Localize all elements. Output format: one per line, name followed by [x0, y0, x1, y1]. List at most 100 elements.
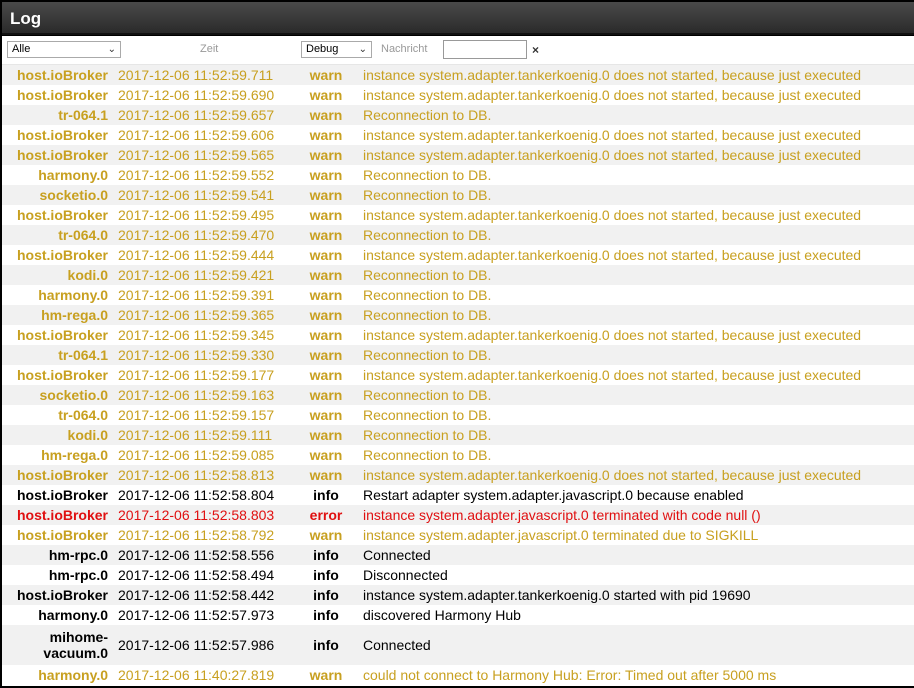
source-filter-value: Alle: [12, 43, 31, 55]
log-source: host.ioBroker: [16, 127, 108, 143]
log-timestamp: 2017-12-06 11:52:58.442: [118, 587, 275, 603]
log-timestamp: 2017-12-06 11:52:59.111: [118, 427, 273, 443]
log-timestamp: 2017-12-06 11:52:58.804: [118, 487, 275, 503]
log-source: tr-064.1: [58, 107, 108, 123]
log-timestamp: 2017-12-06 11:52:59.565: [118, 147, 275, 163]
table-row: host.ioBroker 2017-12-06 11:52:59.444 warn…: [2, 245, 914, 265]
source-filter-select[interactable]: Alle ⌄: [7, 41, 121, 58]
message-column-label: Nachricht: [381, 43, 428, 55]
log-timestamp: 2017-12-06 11:52:59.345: [118, 327, 275, 343]
log-timestamp: 2017-12-06 11:52:59.330: [118, 347, 275, 363]
table-row: harmony.0 2017-12-06 11:52:57.973 info disc…: [2, 605, 914, 625]
log-message: Connected: [363, 637, 431, 653]
message-filter-input[interactable]: [443, 40, 527, 59]
log-message: instance system.adapter.javascript.0 ter…: [363, 507, 761, 523]
log-source: kodi.0: [67, 427, 108, 443]
log-source: harmony.0: [38, 667, 108, 683]
log-timestamp: 2017-12-06 11:52:59.606: [118, 127, 275, 143]
log-level: error: [309, 507, 343, 523]
table-row: host.ioBroker 2017-12-06 11:52:58.803 erro…: [2, 505, 914, 525]
log-source: host.ioBroker: [16, 487, 108, 503]
clear-filter-icon[interactable]: ×: [532, 43, 539, 57]
table-row: host.ioBroker 2017-12-06 11:52:58.813 warn…: [2, 465, 914, 485]
log-message: instance system.adapter.tankerkoenig.0 d…: [363, 147, 862, 163]
log-message: Reconnection to DB.: [363, 187, 492, 203]
log-source: host.ioBroker: [16, 67, 108, 83]
log-source: tr-064.0: [58, 227, 108, 243]
log-source: host.ioBroker: [16, 207, 108, 223]
chevron-down-icon: ⌄: [358, 44, 367, 55]
filter-bar: Alle ⌄ Zeit Debug ⌄ Nachricht ×: [2, 36, 914, 65]
log-source: host.ioBroker: [16, 147, 108, 163]
table-row: host.ioBroker 2017-12-06 11:52:59.495 warn…: [2, 205, 914, 225]
log-timestamp: 2017-12-06 11:52:58.494: [118, 567, 275, 583]
log-source: kodi.0: [67, 267, 108, 283]
log-timestamp: 2017-12-06 11:52:58.792: [118, 527, 275, 543]
table-row: host.ioBroker 2017-12-06 11:52:59.690 warn…: [2, 85, 914, 105]
log-message: Reconnection to DB.: [363, 307, 492, 323]
log-level: info: [313, 587, 339, 603]
log-source: socketio.0: [39, 387, 108, 403]
log-message: instance system.adapter.javascript.0 ter…: [363, 527, 759, 543]
log-timestamp: 2017-12-06 11:52:59.657: [118, 107, 275, 123]
log-source: hm-rega.0: [41, 307, 108, 323]
log-message: Reconnection to DB.: [363, 347, 492, 363]
log-level: warn: [309, 347, 343, 363]
log-source: socketio.0: [39, 187, 108, 203]
log-message: Reconnection to DB.: [363, 387, 492, 403]
log-timestamp: 2017-12-06 11:52:59.085: [118, 447, 275, 463]
log-source: host.ioBroker: [16, 87, 108, 103]
log-level: warn: [309, 107, 343, 123]
table-row: hm-rpc.0 2017-12-06 11:52:58.556 info Conne…: [2, 545, 914, 565]
table-row: host.ioBroker 2017-12-06 11:52:59.606 warn…: [2, 125, 914, 145]
log-message: Reconnection to DB.: [363, 287, 492, 303]
log-level: warn: [309, 407, 343, 423]
log-timestamp: 2017-12-06 11:52:59.470: [118, 227, 275, 243]
log-message: instance system.adapter.tankerkoenig.0 d…: [363, 327, 862, 343]
log-message: Reconnection to DB.: [363, 227, 492, 243]
log-level: warn: [309, 227, 343, 243]
log-message: Restart adapter system.adapter.javascrip…: [363, 487, 744, 503]
log-level: info: [313, 637, 339, 653]
log-message: Reconnection to DB.: [363, 447, 492, 463]
window-title: Log: [2, 2, 914, 35]
log-message: instance system.adapter.tankerkoenig.0 d…: [363, 87, 862, 103]
table-row: harmony.0 2017-12-06 11:52:59.391 warn Reco…: [2, 285, 914, 305]
log-message: discovered Harmony Hub: [363, 607, 521, 623]
log-message: instance system.adapter.tankerkoenig.0 d…: [363, 127, 862, 143]
log-table: host.ioBroker 2017-12-06 11:52:59.711 warn…: [2, 65, 914, 685]
log-level: warn: [309, 467, 343, 483]
log-message: instance system.adapter.tankerkoenig.0 s…: [363, 587, 751, 603]
table-row: host.ioBroker 2017-12-06 11:52:59.345 warn…: [2, 325, 914, 345]
log-message: Reconnection to DB.: [363, 427, 492, 443]
log-source: tr-064.0: [58, 407, 108, 423]
log-window: Log Alle ⌄ Zeit Debug ⌄ Nachricht × host…: [0, 0, 914, 688]
log-level: warn: [309, 167, 343, 183]
log-message: Disconnected: [363, 567, 448, 583]
log-message: could not connect to Harmony Hub: Error:…: [363, 667, 777, 683]
log-timestamp: 2017-12-06 11:52:59.541: [118, 187, 275, 203]
chevron-down-icon: ⌄: [107, 44, 116, 55]
log-source: host.ioBroker: [16, 587, 108, 603]
log-message: instance system.adapter.tankerkoenig.0 d…: [363, 207, 862, 223]
log-timestamp: 2017-12-06 11:52:59.391: [118, 287, 275, 303]
table-row: host.ioBroker 2017-12-06 11:52:59.177 warn…: [2, 365, 914, 385]
log-message: Reconnection to DB.: [363, 407, 492, 423]
log-timestamp: 2017-12-06 11:52:58.813: [118, 467, 275, 483]
log-level: warn: [309, 187, 343, 203]
log-level: warn: [309, 387, 343, 403]
table-row: hm-rega.0 2017-12-06 11:52:59.085 warn Reco…: [2, 445, 914, 465]
log-timestamp: 2017-12-06 11:52:58.556: [118, 547, 275, 563]
log-level: warn: [309, 127, 343, 143]
log-source: host.ioBroker: [16, 467, 108, 483]
log-message: Connected: [363, 547, 431, 563]
log-timestamp: 2017-12-06 11:52:57.973: [118, 607, 275, 623]
log-level: info: [313, 567, 339, 583]
level-filter-select[interactable]: Debug ⌄: [301, 41, 372, 58]
log-panel: Alle ⌄ Zeit Debug ⌄ Nachricht × host.ioB…: [2, 36, 914, 686]
log-message: Reconnection to DB.: [363, 267, 492, 283]
log-level: warn: [309, 427, 343, 443]
table-row: socketio.0 2017-12-06 11:52:59.163 warn Rec…: [2, 385, 914, 405]
log-level: info: [313, 487, 339, 503]
log-timestamp: 2017-12-06 11:52:59.163: [118, 387, 275, 403]
